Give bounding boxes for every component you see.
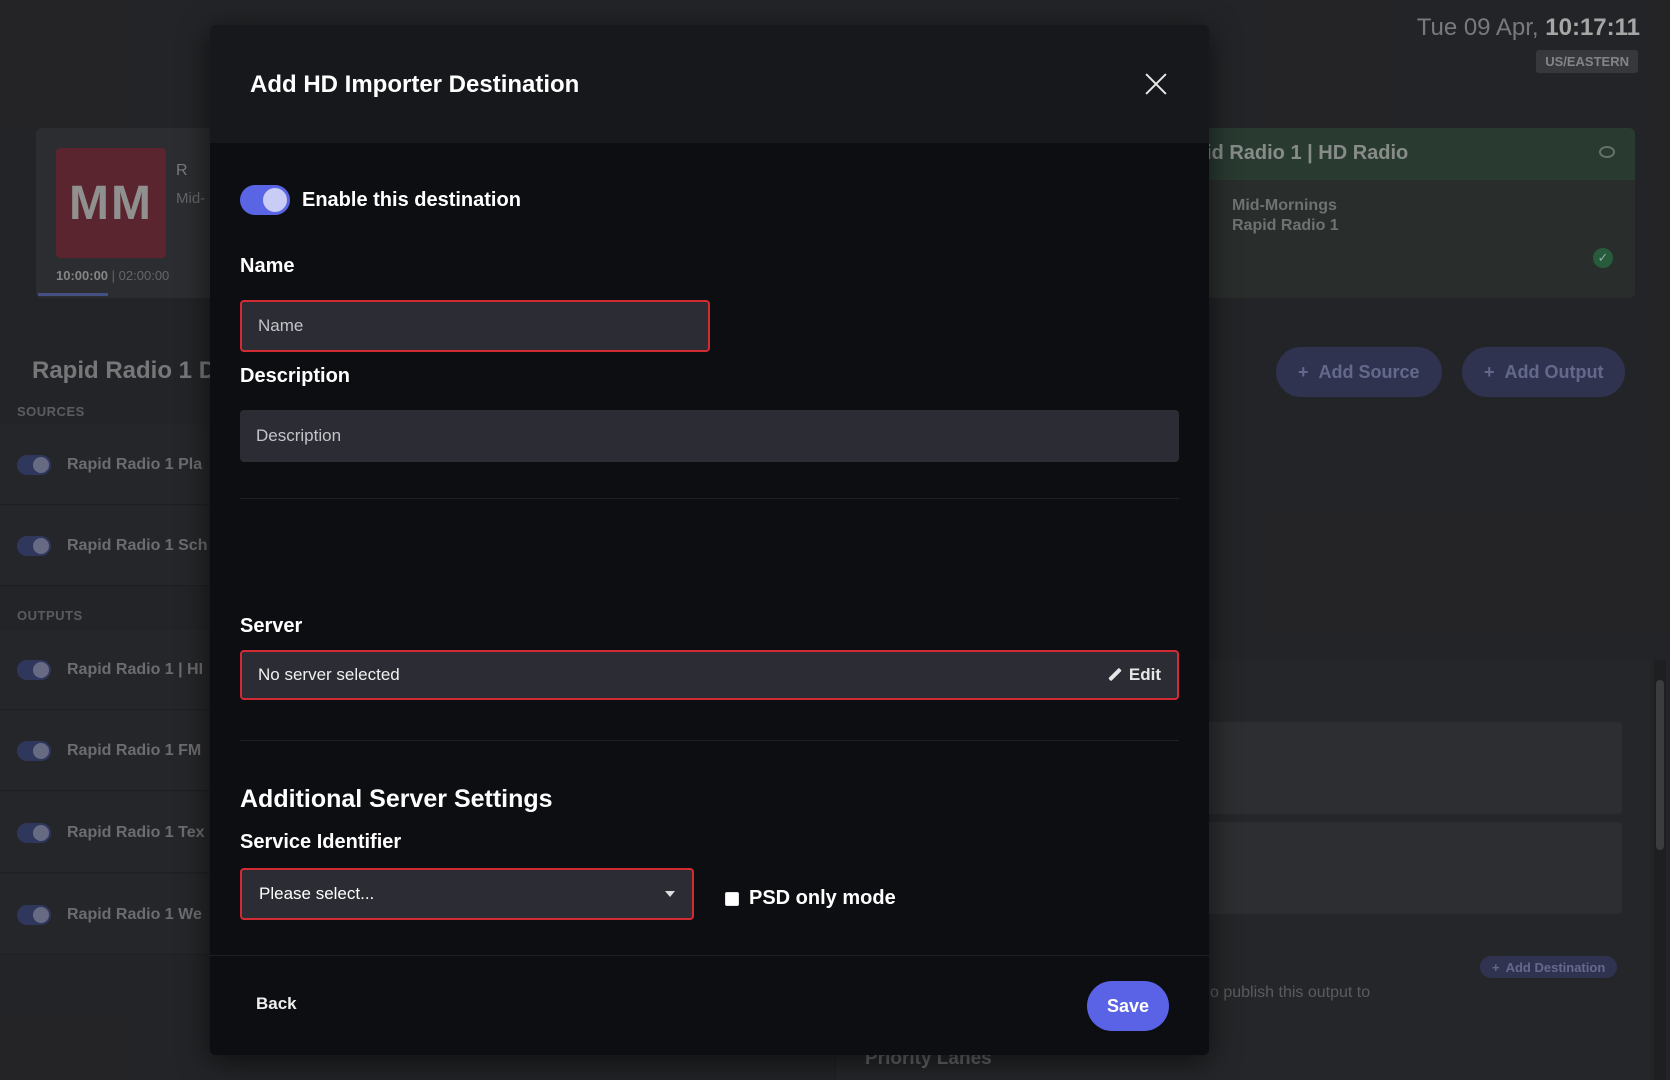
psd-only-label: PSD only mode: [749, 887, 896, 909]
divider: [240, 740, 1179, 741]
enable-toggle[interactable]: [240, 185, 290, 215]
server-field: No server selected Edit: [240, 650, 1179, 700]
modal-title: Add HD Importer Destination: [250, 71, 580, 98]
caret-down-icon: [665, 891, 675, 897]
divider: [240, 498, 1179, 499]
name-input[interactable]: [240, 300, 710, 352]
psd-only-option: PSD only mode: [725, 887, 896, 910]
enable-row: Enable this destination: [240, 185, 521, 215]
service-identifier-select[interactable]: Please select...: [240, 868, 694, 920]
select-value: Please select...: [259, 884, 375, 903]
name-label: Name: [240, 255, 295, 277]
modal-footer: Back Save: [210, 955, 1209, 1055]
toggle-knob: [263, 188, 287, 212]
additional-settings-heading: Additional Server Settings: [240, 785, 553, 813]
close-icon[interactable]: [1143, 71, 1169, 97]
service-identifier-label: Service Identifier: [240, 831, 402, 853]
back-button[interactable]: Back: [256, 994, 297, 1014]
server-label: Server: [240, 615, 303, 637]
enable-label: Enable this destination: [302, 188, 521, 211]
description-input[interactable]: [240, 410, 1179, 462]
edit-label: Edit: [1128, 665, 1161, 684]
add-destination-modal: Add HD Importer Destination Enable this …: [210, 25, 1209, 1055]
modal-header: Add HD Importer Destination: [210, 25, 1209, 143]
description-label: Description: [240, 365, 351, 387]
edit-server-button[interactable]: Edit: [1108, 665, 1161, 685]
save-button[interactable]: Save: [1087, 981, 1169, 1031]
psd-only-checkbox[interactable]: [725, 891, 739, 906]
pencil-icon: [1108, 668, 1122, 682]
server-value: No server selected: [258, 665, 400, 684]
